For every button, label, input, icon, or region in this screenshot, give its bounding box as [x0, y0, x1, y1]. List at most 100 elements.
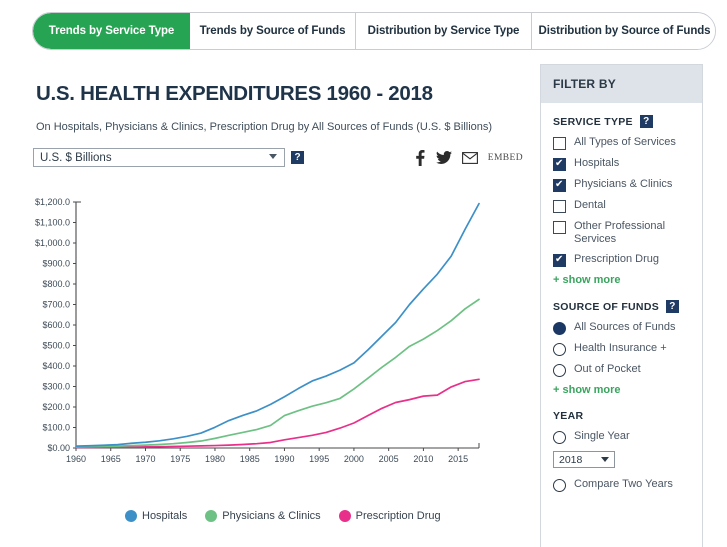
checkbox-option[interactable]: Prescription Drug: [553, 253, 692, 267]
checkbox-option[interactable]: Physicians & Clinics: [553, 178, 692, 192]
line-chart: $0.00 $100.0 $200.0 $300.0 $400.0 $500.0 $600.…: [35, 197, 480, 464]
page-subtitle: On Hospitals, Physicians & Clinics, Pres…: [36, 121, 493, 133]
legend-label: Physicians & Clinics: [222, 510, 321, 522]
checkbox-label: Physicians & Clinics: [574, 178, 673, 190]
filter-panel-header: FILTER BY: [541, 65, 702, 103]
x-tick-label: 2000: [344, 454, 364, 464]
y-tick-label: $600.0: [42, 320, 70, 330]
radio-option[interactable]: Health Insurance +: [553, 342, 692, 356]
x-tick-label: 2005: [379, 454, 399, 464]
source-of-funds-label: SOURCE OF FUNDS: [553, 300, 660, 313]
service-type-options: All Types of Services Hospitals Physicians…: [553, 136, 692, 267]
legend-color-dot: [338, 510, 351, 522]
checkbox-icon: [553, 137, 566, 150]
y-tick-label: $700.0: [42, 300, 70, 310]
checkbox-option[interactable]: Dental: [553, 199, 692, 213]
x-tick-label: 1965: [101, 454, 121, 464]
source-of-funds-show-more[interactable]: + show more: [553, 384, 692, 396]
tab-label: Trends by Service Type: [48, 25, 175, 37]
y-tick-label: $900.0: [42, 259, 70, 269]
checkbox-checked-icon: [553, 253, 566, 267]
share-bar: EMBED: [414, 150, 523, 166]
y-tick-label: $1,100.0: [35, 218, 70, 228]
help-icon-source-of-funds[interactable]: ?: [666, 300, 680, 313]
tab-trends-by-source-of-funds[interactable]: Trends by Source of Funds: [190, 13, 356, 49]
radio-selected-icon: [553, 322, 566, 335]
radio-icon: [553, 479, 566, 492]
source-of-funds-options: All Sources of Funds Health Insurance + Ou…: [553, 321, 692, 377]
source-of-funds-heading: SOURCE OF FUNDS ?: [553, 300, 692, 313]
help-icon-unit[interactable]: ?: [291, 151, 304, 164]
service-type-show-more[interactable]: + show more: [553, 274, 692, 286]
main-content: U.S. HEALTH EXPENDITURES 1960 - 2018 On …: [0, 62, 535, 547]
radio-label: Health Insurance +: [574, 342, 667, 354]
filter-panel-title: FILTER BY: [553, 77, 616, 91]
facebook-icon[interactable]: [414, 150, 426, 166]
radio-label: All Sources of Funds: [574, 321, 676, 333]
radio-icon: [553, 364, 566, 377]
radio-label: Single Year: [574, 430, 630, 442]
page-title: U.S. HEALTH EXPENDITURES 1960 - 2018: [36, 82, 433, 105]
help-icon-service-type[interactable]: ?: [639, 115, 653, 128]
tab-bar: Trends by Service Type Trends by Source …: [32, 12, 716, 50]
legend-label: Hospitals: [142, 510, 188, 522]
radio-icon: [553, 431, 566, 444]
series-line: [75, 202, 480, 447]
tab-distribution-by-source-of-funds[interactable]: Distribution by Source of Funds: [532, 13, 715, 49]
service-type-label: SERVICE TYPE: [553, 115, 633, 128]
y-tick-label: $300.0: [42, 382, 70, 392]
checkbox-option[interactable]: All Types of Services: [553, 136, 692, 150]
checkbox-label: All Types of Services: [574, 136, 676, 148]
year-select[interactable]: 2018: [553, 451, 615, 468]
y-tick-label: $500.0: [42, 341, 70, 351]
checkbox-checked-icon: [553, 178, 566, 192]
legend-label: Prescription Drug: [355, 510, 441, 522]
radio-compare-two-years[interactable]: Compare Two Years: [553, 478, 692, 492]
radio-label: Compare Two Years: [574, 478, 673, 490]
legend-item[interactable]: Physicians & Clinics: [205, 510, 321, 522]
y-tick-label: $0.00: [47, 443, 70, 453]
chart-container: $0.00 $100.0 $200.0 $300.0 $400.0 $500.0 $600.…: [24, 190, 494, 480]
chevron-down-icon: [269, 154, 277, 159]
legend-item[interactable]: Hospitals: [125, 510, 187, 522]
y-tick-label: $100.0: [42, 423, 70, 433]
tab-label: Distribution by Service Type: [367, 25, 520, 37]
embed-button[interactable]: EMBED: [488, 153, 523, 163]
chart-legend: Hospitals Physicians & Clinics Prescriptio…: [125, 510, 441, 522]
y-tick-label: $400.0: [42, 361, 70, 371]
checkbox-label: Prescription Drug: [574, 253, 659, 265]
radio-option[interactable]: All Sources of Funds: [553, 321, 692, 335]
unit-select[interactable]: U.S. $ Billions: [33, 148, 285, 167]
unit-select-value: U.S. $ Billions: [40, 151, 112, 164]
radio-option[interactable]: Out of Pocket: [553, 363, 692, 377]
tab-label: Distribution by Source of Funds: [538, 25, 711, 37]
tab-label: Trends by Source of Funds: [199, 25, 346, 37]
x-tick-label: 1970: [135, 454, 155, 464]
checkbox-option[interactable]: Hospitals: [553, 157, 692, 171]
filter-body: SERVICE TYPE ? All Types of Services Hosp…: [541, 103, 702, 507]
x-tick-label: 1985: [240, 454, 260, 464]
year-heading: YEAR: [553, 410, 692, 422]
email-icon[interactable]: [461, 152, 478, 164]
legend-color-dot: [125, 510, 137, 522]
tab-distribution-by-service-type[interactable]: Distribution by Service Type: [356, 13, 532, 49]
checkbox-icon: [553, 200, 566, 213]
twitter-icon[interactable]: [435, 151, 452, 165]
x-tick-label: 1975: [170, 454, 190, 464]
x-tick-label: 1960: [66, 454, 86, 464]
filter-sidebar: FILTER BY SERVICE TYPE ? All Types of Se…: [540, 64, 703, 547]
checkbox-checked-icon: [553, 157, 566, 171]
tab-trends-by-service-type[interactable]: Trends by Service Type: [33, 13, 190, 49]
x-tick-label: 1980: [205, 454, 225, 464]
legend-item[interactable]: Prescription Drug: [338, 510, 441, 522]
year-select-value: 2018: [559, 453, 583, 466]
x-tick-label: 1995: [309, 454, 329, 464]
y-tick-label: $1,000.0: [35, 238, 70, 248]
checkbox-option[interactable]: Other Professional Services: [553, 220, 692, 246]
y-tick-label: $1,200.0: [35, 197, 70, 207]
checkbox-label: Dental: [574, 199, 606, 211]
x-tick-label: 1990: [274, 454, 294, 464]
radio-single-year[interactable]: Single Year: [553, 430, 692, 444]
chevron-down-icon: [601, 457, 609, 462]
checkbox-label: Hospitals: [574, 157, 620, 169]
